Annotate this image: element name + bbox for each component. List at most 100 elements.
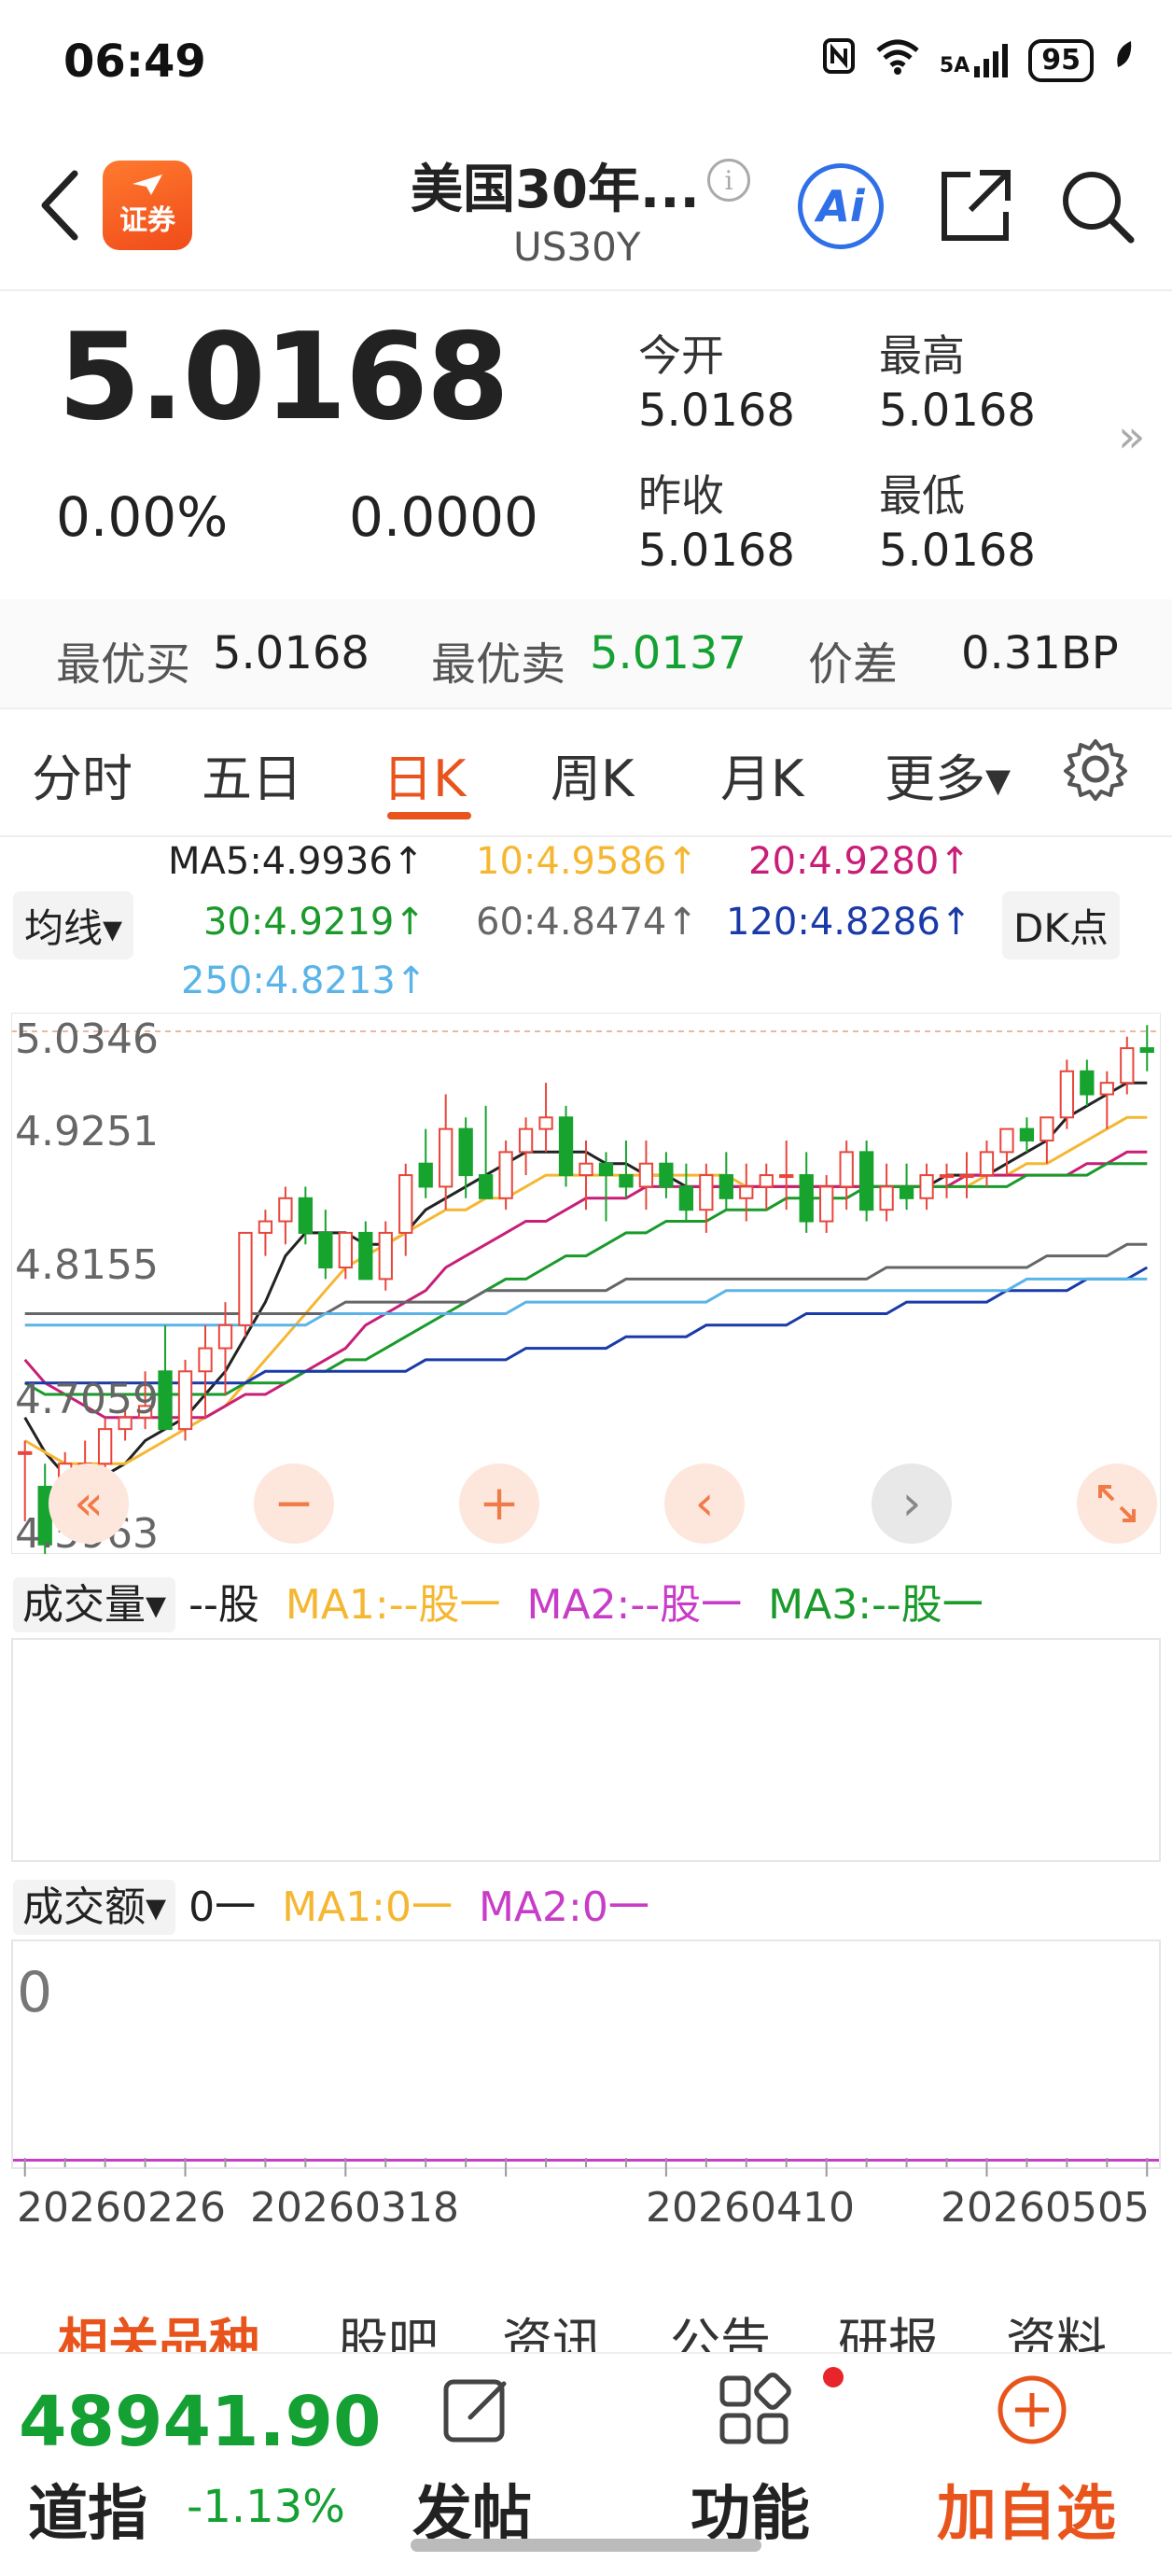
candle-body	[418, 1162, 433, 1188]
y-tick-label: 4.8155	[15, 1241, 159, 1289]
candle-body	[398, 1174, 413, 1234]
spread-label: 价差	[808, 638, 899, 691]
add-watchlist-label[interactable]: 加自选	[937, 2466, 1116, 2552]
volume-legend: 成交量▾ --股 MA1:--股一 MA2:--股一 MA3:--股一	[13, 1571, 984, 1632]
y-tick-label: 4.7059	[15, 1376, 159, 1423]
turnover-ma2: MA2:0一	[478, 1883, 649, 1931]
tab-five-day[interactable]: 五日	[202, 737, 302, 811]
candle-body	[558, 1116, 574, 1177]
turnover-selector[interactable]: 成交额▾	[13, 1880, 176, 1935]
candle	[398, 1163, 413, 1256]
ma-selector[interactable]: 均线▾	[13, 891, 134, 959]
grid-icon	[719, 2373, 791, 2444]
chart-settings-button[interactable]	[1062, 735, 1129, 803]
info-icon[interactable]: i	[707, 159, 750, 202]
page-subtitle: US30Y	[513, 224, 641, 270]
divider	[0, 289, 1172, 291]
volume-ma1: MA1:--股一	[285, 1581, 501, 1629]
prev-close-value: 5.0168	[638, 525, 795, 577]
scroll-to-start-button[interactable]: «	[49, 1463, 129, 1544]
paper-plane-icon	[133, 175, 162, 195]
candle	[217, 1302, 233, 1395]
tab-weekly-k[interactable]: 周K	[551, 737, 634, 811]
candle-body	[979, 1151, 995, 1177]
ma250-label: 250:4.8213↑	[181, 959, 427, 1002]
fullscreen-button[interactable]	[1077, 1463, 1157, 1544]
candle-body	[177, 1370, 193, 1431]
ma20-label: 20:4.9280↑	[748, 840, 970, 883]
leaf-icon	[1112, 39, 1135, 81]
candle-body	[238, 1231, 253, 1326]
candle-body	[318, 1231, 333, 1269]
scroll-right-button[interactable]: ›	[872, 1463, 952, 1544]
candle	[619, 1140, 634, 1198]
candle-body	[678, 1185, 694, 1211]
zoom-out-button[interactable]: −	[254, 1463, 334, 1544]
best-ask-label: 最优卖	[431, 638, 566, 691]
search-icon	[1063, 172, 1135, 244]
expand-quote-icon[interactable]: »	[1118, 411, 1145, 463]
dk-points-button[interactable]: DK点	[1002, 891, 1120, 959]
candle-body	[458, 1127, 473, 1177]
y-tick-label: 4.9251	[15, 1108, 159, 1155]
index-ticker-value[interactable]: 48941.90	[19, 2382, 382, 2462]
best-bid-value: 5.0168	[213, 627, 370, 679]
spread-value: 0.31BP	[961, 627, 1119, 679]
wifi-icon	[874, 37, 921, 83]
chart-period-tabs: 分时 五日 日K 周K 月K 更多▾	[0, 709, 1172, 835]
zoom-in-button[interactable]: +	[459, 1463, 539, 1544]
turnover-ma1: MA1:0一	[282, 1883, 453, 1931]
app-logo[interactable]: 证券	[103, 161, 192, 250]
candle-body	[879, 1185, 894, 1211]
candle-body	[739, 1185, 754, 1199]
network-type: 5A	[939, 53, 970, 77]
back-button[interactable]	[28, 163, 93, 247]
candle-body	[1099, 1082, 1114, 1096]
candle	[659, 1152, 674, 1198]
candle-body	[1120, 1047, 1135, 1085]
candle-body	[518, 1127, 534, 1154]
candle	[439, 1094, 453, 1211]
candle	[177, 1359, 193, 1441]
change-percent: 0.00%	[56, 485, 229, 549]
tab-more[interactable]: 更多▾	[885, 737, 1011, 811]
post-button[interactable]	[439, 2373, 513, 2451]
candle	[939, 1163, 955, 1198]
tab-intraday[interactable]: 分时	[32, 737, 133, 811]
scroll-left-button[interactable]: ‹	[664, 1463, 745, 1544]
tab-monthly-k[interactable]: 月K	[720, 737, 803, 811]
function-button[interactable]	[717, 2373, 791, 2451]
candle	[739, 1163, 754, 1222]
share-button[interactable]	[933, 163, 1017, 247]
x-tick-label: 20260505	[941, 2184, 1150, 2232]
turnover-value: 0一	[188, 1883, 257, 1931]
candle	[759, 1163, 774, 1211]
index-ticker-name[interactable]: 道指	[28, 2466, 147, 2552]
ma120-label: 120:4.8286↑	[726, 901, 972, 944]
candle-body	[97, 1428, 113, 1465]
prev-close-label: 昨收	[638, 470, 724, 521]
volume-selector[interactable]: 成交量▾	[13, 1577, 176, 1632]
candle	[478, 1105, 494, 1199]
candle	[819, 1175, 834, 1233]
status-icons: 5A 95	[822, 37, 1135, 83]
plus-circle-icon	[998, 2375, 1067, 2444]
add-watchlist-button[interactable]	[995, 2373, 1069, 2451]
candle	[1059, 1059, 1075, 1129]
bid-ask-row: 最优买 5.0168 最优卖 5.0137 价差 0.31BP	[0, 599, 1172, 707]
nfc-icon	[822, 37, 856, 83]
candle-body	[278, 1197, 293, 1223]
high-value: 5.0168	[879, 385, 1036, 437]
candle	[1019, 1117, 1035, 1153]
ai-assistant-button[interactable]: Ai	[798, 163, 884, 249]
candle	[458, 1117, 473, 1198]
candle	[298, 1186, 314, 1245]
candlestick-chart[interactable]	[11, 1013, 1161, 1554]
search-button[interactable]	[1054, 163, 1138, 247]
candle-body	[819, 1185, 834, 1223]
candle-body	[358, 1231, 373, 1281]
low-value: 5.0168	[879, 525, 1036, 577]
date-tick-marks	[23, 2158, 1149, 2177]
last-price: 5.0168	[58, 308, 509, 447]
tab-daily-k[interactable]: 日K	[383, 737, 466, 811]
